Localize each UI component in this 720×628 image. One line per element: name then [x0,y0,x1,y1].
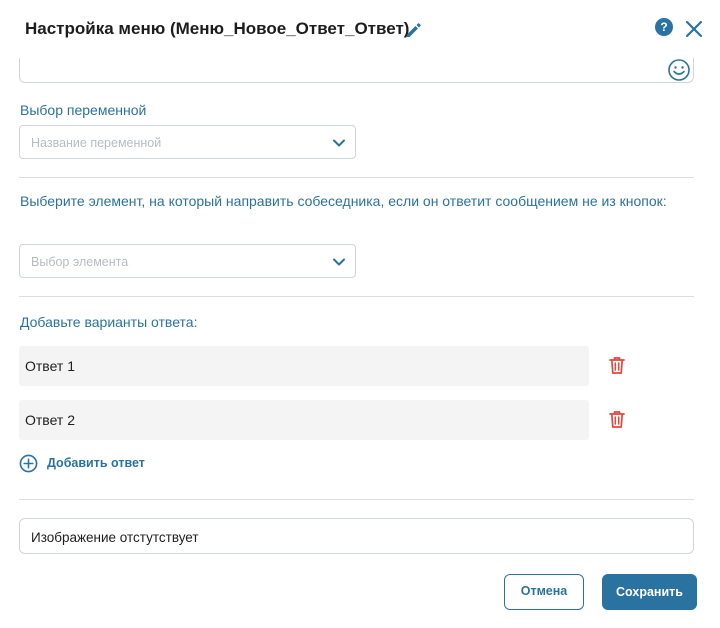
cancel-button[interactable]: Отмена [504,574,584,610]
variable-select-label: Выбор переменной [20,102,147,118]
delete-answer-button[interactable] [607,355,627,375]
trash-icon [609,357,625,374]
message-text-field[interactable] [19,58,694,83]
redirect-element-select[interactable]: Выбор элемента [19,244,356,278]
answer-field[interactable]: Ответ 1 [19,346,589,386]
close-icon [685,20,703,38]
menu-settings-dialog: Настройка меню (Меню_Новое_Ответ_Ответ) … [0,0,720,628]
redirect-element-label: Выберите элемент, на который направить с… [20,193,667,209]
plus-circle-icon [19,454,38,473]
add-answer-label: Добавить ответ [47,456,145,470]
image-field[interactable]: Изображение отстутствует [19,518,694,554]
divider [19,296,694,297]
image-status-text: Изображение отстутствует [31,530,199,545]
trash-icon [609,411,625,428]
redirect-element-placeholder: Выбор элемента [31,255,129,269]
edit-title-button[interactable] [404,20,424,40]
answer-label: Ответ 2 [25,412,75,428]
smile-icon [668,59,690,81]
variable-select-placeholder: Название переменной [31,136,162,150]
answers-label: Добавьте варианты ответа: [20,314,198,330]
chevron-down-icon [333,258,345,266]
dialog-header: Настройка меню (Меню_Новое_Ответ_Ответ) … [0,0,720,58]
divider [19,177,694,178]
help-button[interactable]: ? [655,18,673,36]
pencil-icon [407,23,421,37]
answer-label: Ответ 1 [25,358,75,374]
emoji-button[interactable] [667,58,691,82]
close-button[interactable] [684,19,704,39]
chevron-down-icon [333,139,345,147]
save-button[interactable]: Сохранить [602,574,697,610]
divider [19,499,694,500]
dialog-title: Настройка меню (Меню_Новое_Ответ_Ответ) [25,19,410,38]
delete-answer-button[interactable] [607,409,627,429]
variable-select[interactable]: Название переменной [19,125,356,159]
answer-field[interactable]: Ответ 2 [19,400,589,440]
